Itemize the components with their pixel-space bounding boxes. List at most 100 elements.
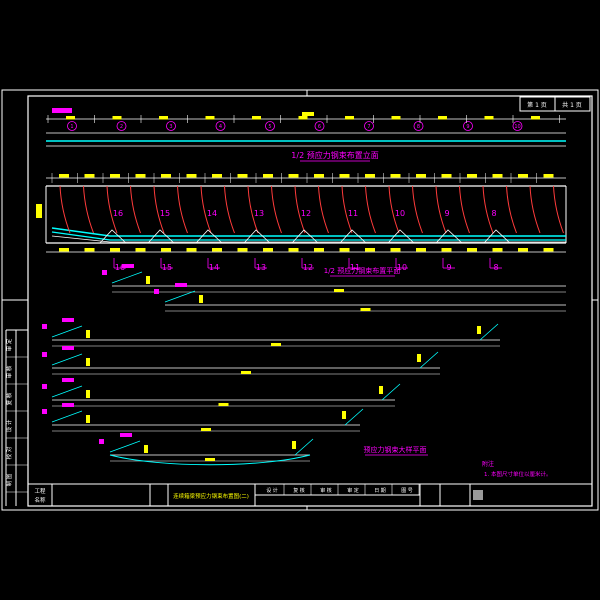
plan-row-label <box>175 283 187 287</box>
elev-bottom-dim-value <box>212 248 222 252</box>
elev-bottom-dim-value <box>288 248 299 252</box>
plan-row-marker <box>42 324 47 329</box>
section-mark-lower: 14 <box>209 263 219 272</box>
section-mark-lower: 8 <box>493 263 498 272</box>
elev-dim-value <box>212 174 222 178</box>
plan-length-dim <box>334 289 344 292</box>
section-mark-upper: 15 <box>160 209 170 218</box>
elev-bottom-dim-value <box>84 248 95 252</box>
plan-flare-left <box>51 410 83 423</box>
top-dim-value <box>391 116 401 120</box>
plan-length-dim <box>205 458 215 461</box>
elev-bottom-dim-value <box>492 248 503 252</box>
elev-bottom-dim-value <box>186 248 197 252</box>
section-mark-upper: 16 <box>113 209 123 218</box>
vertical-tendon <box>318 185 329 234</box>
vertical-tendon <box>529 185 541 234</box>
elev-bottom-dim-value <box>59 248 69 252</box>
section-mark-upper: 14 <box>207 209 217 218</box>
title-block-cell: 日 期 <box>374 488 386 494</box>
plan-row-label <box>62 403 74 407</box>
side-signature-label: 复 核 <box>5 392 13 405</box>
elev-bottom-dim-value <box>467 248 477 252</box>
cad-drawing-canvas: 第 1 页 共 1 页 审 定审 核复 核设 计校 对制 图 123456789… <box>1 89 599 511</box>
top-dim-value <box>205 116 215 120</box>
plan-anchor-dim-right <box>477 326 481 334</box>
plan-anchor-dim-right <box>292 441 296 449</box>
section-mark-upper: 10 <box>395 209 405 218</box>
elev-dim-value <box>135 174 146 178</box>
elev-bottom-dim-value <box>543 248 554 252</box>
section-mark-upper: 11 <box>348 209 358 218</box>
elev-dim-value <box>161 174 171 178</box>
top-dim-value <box>298 116 308 120</box>
top-dim-value <box>484 116 494 120</box>
elev-bottom-dim-value <box>263 248 273 252</box>
top-axis-circle-label: 1 <box>70 124 73 130</box>
top-axis-circle-label: 7 <box>367 124 370 130</box>
elev-dim-value <box>518 174 528 178</box>
plan-length-dim <box>201 428 211 431</box>
plan-length-dim <box>360 308 371 311</box>
plan-anchor-dim <box>146 276 150 284</box>
top-axis-circle-label: 6 <box>318 124 321 130</box>
left-signature-strip: 审 定审 核复 核设 计校 对制 图 <box>5 329 28 506</box>
elev-dim-value <box>365 174 375 178</box>
company-logo-icon <box>473 490 483 500</box>
side-signature-label: 审 核 <box>5 365 13 378</box>
plan-flare-left <box>51 385 83 398</box>
elev-bottom-dim-value <box>237 248 248 252</box>
elev-dim-value <box>390 174 401 178</box>
section-mark-lower: 9 <box>446 263 451 272</box>
elevation-title: 1/2 预应力钢束布置立面 <box>291 150 378 160</box>
elev-dim-value <box>186 174 197 178</box>
plan-row-label <box>62 346 74 350</box>
vertical-tendon <box>130 185 141 234</box>
plan-flare-left <box>51 325 83 338</box>
plan-row-marker <box>42 384 47 389</box>
elev-dim-value <box>84 174 95 178</box>
title-block: 工程 名称 连续箱梁预应力钢束布置图(二) 设 计 复 核 审 核 审 定 日 期 图 号 <box>28 483 592 506</box>
plan-flare-left <box>109 440 141 453</box>
plan-flare-left <box>164 290 196 303</box>
elev-bottom-dim-value <box>339 248 350 252</box>
plan-row-label <box>62 318 74 322</box>
plan-anchor-dim <box>86 415 90 423</box>
top-axis-circle-label: 3 <box>169 124 172 130</box>
elev-dim-value <box>314 174 324 178</box>
elev-dim-value <box>339 174 350 178</box>
plan-title: 1/2 预应力钢束布置平面 <box>324 266 401 275</box>
plan-flare-left <box>111 271 143 284</box>
plan-view: 1/2 预应力钢束布置平面 <box>42 264 566 466</box>
elev-bottom-dim-value <box>441 248 452 252</box>
notes-block: 附注 1. 本图尺寸单位以厘米计。 <box>482 460 552 478</box>
top-axis-circle-label: 10 <box>514 124 520 130</box>
plan-anchor-dim <box>86 330 90 338</box>
top-dim-value <box>345 116 354 120</box>
vertical-tendon <box>177 185 188 234</box>
plan-flare-right <box>419 351 439 369</box>
sheet-counter-box: 第 1 页 共 1 页 <box>519 96 591 112</box>
top-dimension-tag <box>302 112 314 116</box>
elev-bottom-dim-value <box>390 248 401 252</box>
elev-bottom-dim-value <box>314 248 324 252</box>
elev-bottom-dim-value <box>518 248 528 252</box>
elev-dim-value <box>416 174 426 178</box>
elev-bottom-dim-value <box>416 248 426 252</box>
vertical-tendon <box>506 185 517 234</box>
plan-length-dim <box>271 343 281 346</box>
elev-dim-value <box>263 174 273 178</box>
section-mark-lower: 15 <box>162 263 172 272</box>
top-dim-value <box>531 116 540 120</box>
section-mark-upper: 8 <box>491 209 496 218</box>
section-mark-upper: 9 <box>444 209 449 218</box>
plan-flare-left <box>51 353 83 366</box>
top-dim-value <box>438 116 447 120</box>
plan-row-label <box>62 378 74 382</box>
elev-bottom-dim-value <box>135 248 146 252</box>
top-dim-value <box>159 116 168 120</box>
elev-dim-value <box>288 174 299 178</box>
elevation-view: 1/2 预应力钢束布置立面 16161515141413131212111110… <box>36 150 567 272</box>
title-block-cell: 图 号 <box>401 488 413 494</box>
title-block-cell: 设 计 <box>266 487 278 494</box>
